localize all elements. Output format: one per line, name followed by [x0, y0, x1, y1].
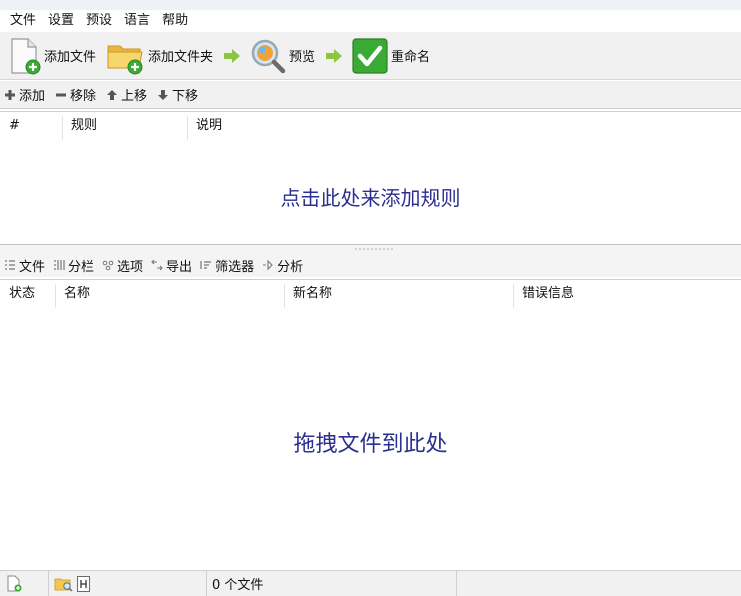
columns-menu-button[interactable]: 分栏 — [53, 256, 94, 275]
preview-label: 预览 — [289, 50, 316, 65]
files-menu-label: 文件 — [19, 259, 46, 275]
files-column-error[interactable]: 错误信息 — [522, 280, 574, 308]
move-up-button[interactable]: 上移 — [106, 85, 147, 104]
add-folder-icon — [107, 45, 143, 74]
column-divider[interactable] — [284, 284, 285, 308]
options-icon — [102, 259, 114, 271]
add-rule-label: 添加 — [19, 89, 46, 104]
rules-toolbar: 添加 移除 上移 下移 — [0, 81, 741, 109]
column-divider[interactable] — [62, 116, 63, 140]
menu-settings[interactable]: 设置 — [42, 10, 80, 32]
move-up-label: 上移 — [121, 89, 148, 104]
column-divider[interactable] — [513, 284, 514, 308]
rules-column-number[interactable]: # — [9, 112, 20, 140]
status-cell-count: 0 个文件 — [206, 571, 457, 596]
files-empty-hint[interactable]: 拖拽文件到此处 — [0, 426, 741, 458]
list-icon — [4, 259, 16, 271]
magnifier-icon — [251, 39, 286, 73]
menu-presets[interactable]: 预设 — [80, 10, 118, 32]
remove-rule-button[interactable]: 移除 — [55, 85, 96, 104]
rules-empty-hint[interactable]: 点击此处来添加规则 — [0, 182, 741, 211]
rules-column-description[interactable]: 说明 — [196, 112, 222, 140]
options-menu-label: 选项 — [117, 259, 144, 275]
add-files-label: 添加文件 — [44, 50, 97, 65]
column-divider[interactable] — [55, 284, 56, 308]
status-cell-add — [0, 571, 49, 596]
add-files-button[interactable]: 添加文件 — [6, 34, 96, 78]
columns-menu-label: 分栏 — [68, 259, 95, 275]
preview-button[interactable]: 预览 — [249, 34, 315, 78]
arrow-down-icon — [157, 89, 169, 101]
columns-icon — [53, 259, 65, 271]
files-column-status[interactable]: 状态 — [9, 280, 35, 308]
rules-column-rule[interactable]: 规则 — [71, 112, 97, 140]
arrow-right-icon — [221, 48, 243, 64]
plus-icon — [4, 89, 16, 101]
analyze-menu-label: 分析 — [277, 259, 304, 275]
move-down-button[interactable]: 下移 — [157, 85, 198, 104]
rename-button[interactable]: 重命名 — [351, 34, 430, 78]
menu-bar: 文件 设置 预设 语言 帮助 — [0, 10, 741, 32]
add-file-icon — [11, 37, 41, 74]
move-down-label: 下移 — [172, 89, 199, 104]
main-toolbar: 添加文件 添加文件夹 预览 重命名 — [0, 32, 741, 80]
add-folders-label: 添加文件夹 — [148, 50, 214, 65]
checkmark-icon — [352, 37, 388, 74]
files-toolbar: 文件 分栏 选项 导出 筛选器 分析 — [0, 253, 741, 277]
files-menu-button[interactable]: 文件 — [4, 256, 45, 275]
hidden-file-icon[interactable] — [76, 575, 92, 593]
add-file-small-icon[interactable] — [5, 575, 23, 593]
export-icon — [151, 259, 163, 271]
arrow-up-icon — [106, 89, 118, 101]
arrow-right-icon — [323, 48, 345, 64]
analyze-menu-button[interactable]: 分析 — [262, 256, 303, 275]
menu-file[interactable]: 文件 — [4, 10, 42, 32]
file-count-text: 0 个文件 — [212, 578, 264, 593]
options-menu-button[interactable]: 选项 — [102, 256, 143, 275]
files-list[interactable]: 状态 名称 新名称 错误信息 拖拽文件到此处 — [0, 279, 741, 570]
pane-splitter[interactable] — [0, 245, 741, 253]
files-column-name[interactable]: 名称 — [64, 280, 90, 308]
filters-menu-button[interactable]: 筛选器 — [200, 256, 254, 275]
status-bar: 0 个文件 — [0, 570, 741, 596]
filter-icon — [200, 259, 212, 271]
add-rule-button[interactable]: 添加 — [4, 85, 45, 104]
window-top-strip — [0, 0, 741, 10]
minus-icon — [55, 89, 67, 101]
splitter-grip[interactable] — [354, 248, 394, 250]
export-menu-button[interactable]: 导出 — [151, 256, 192, 275]
folder-search-icon[interactable] — [54, 575, 74, 593]
menu-language[interactable]: 语言 — [118, 10, 156, 32]
files-column-new-name[interactable]: 新名称 — [293, 280, 332, 308]
rename-label: 重命名 — [391, 50, 431, 65]
column-divider[interactable] — [187, 116, 188, 140]
analyze-icon — [262, 259, 274, 271]
remove-rule-label: 移除 — [70, 89, 97, 104]
add-folders-button[interactable]: 添加文件夹 — [106, 34, 213, 78]
rules-list[interactable]: # 规则 说明 点击此处来添加规则 — [0, 111, 741, 245]
filters-menu-label: 筛选器 — [215, 259, 255, 275]
status-cell-tools — [48, 571, 207, 596]
menu-help[interactable]: 帮助 — [156, 10, 194, 32]
export-menu-label: 导出 — [166, 259, 193, 275]
